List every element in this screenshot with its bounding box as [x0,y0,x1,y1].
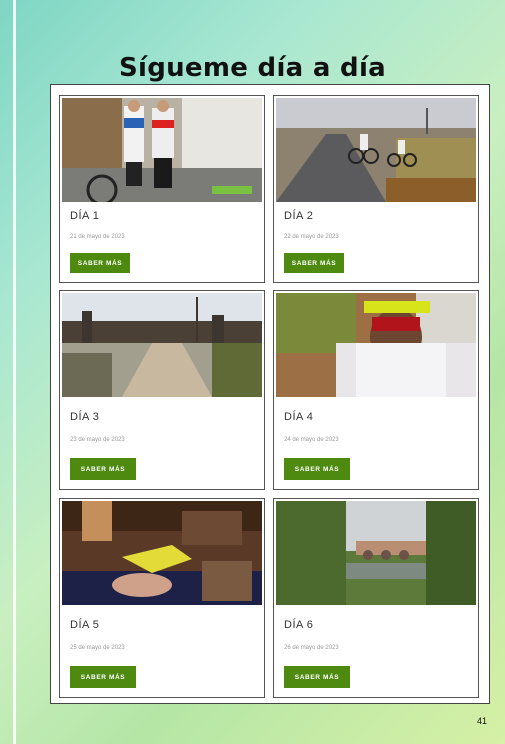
day-card-2[interactable]: DÍA 2 22 de mayo de 2023 SABER MÁS [273,95,479,283]
day-4-photo [276,293,476,397]
day-5-read-more-button[interactable]: SABER MÁS [70,666,136,688]
day-6-date: 26 de mayo de 2023 [284,645,339,651]
day-4-date: 24 de mayo de 2023 [284,437,339,443]
day-1-date: 21 de mayo de 2023 [70,234,125,240]
day-3-read-more-button[interactable]: SABER MÁS [70,458,136,480]
day-1-photo [62,98,262,202]
day-2-photo [276,98,476,202]
days-grid-panel: DÍA 1 21 de mayo de 2023 SABER MÁS DÍA 2… [50,84,490,704]
day-3-photo [62,293,262,397]
day-1-read-more-button[interactable]: SABER MÁS [70,253,130,273]
day-2-title: DÍA 2 [284,210,314,222]
day-2-read-more-button[interactable]: SABER MÁS [284,253,344,273]
day-card-1[interactable]: DÍA 1 21 de mayo de 2023 SABER MÁS [59,95,265,283]
page-number: 41 [476,716,487,726]
day-5-photo [62,501,262,605]
day-6-title: DÍA 6 [284,619,314,631]
left-margin-rule [13,0,16,744]
day-4-read-more-button[interactable]: SABER MÁS [284,458,350,480]
day-2-date: 22 de mayo de 2023 [284,234,339,240]
day-card-6[interactable]: DÍA 6 26 de mayo de 2023 SABER MÁS [273,498,479,698]
day-6-read-more-button[interactable]: SABER MÁS [284,666,350,688]
day-4-title: DÍA 4 [284,411,314,423]
day-3-date: 23 de mayo de 2023 [70,437,125,443]
day-1-title: DÍA 1 [70,210,100,222]
day-3-title: DÍA 3 [70,411,100,423]
day-card-5[interactable]: DÍA 5 25 de mayo de 2023 SABER MÁS [59,498,265,698]
day-card-4[interactable]: DÍA 4 24 de mayo de 2023 SABER MÁS [273,290,479,490]
day-6-photo [276,501,476,605]
day-5-date: 25 de mayo de 2023 [70,645,125,651]
day-card-3[interactable]: DÍA 3 23 de mayo de 2023 SABER MÁS [59,290,265,490]
day-5-title: DÍA 5 [70,619,100,631]
page-title: Sígueme día a día [118,53,387,84]
